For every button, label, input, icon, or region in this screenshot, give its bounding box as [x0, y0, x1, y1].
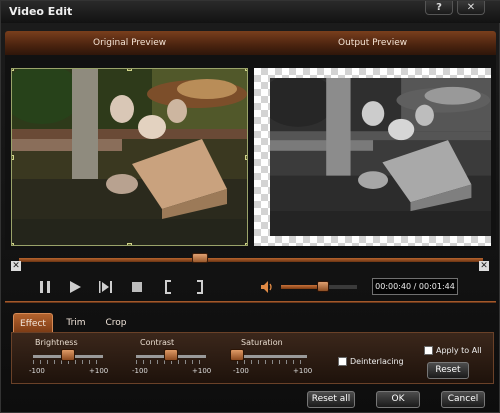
- crop-handle[interactable]: [12, 69, 14, 71]
- next-frame-icon[interactable]: [98, 279, 114, 295]
- tab-crop[interactable]: Crop: [99, 313, 133, 333]
- slider-max: +100: [89, 367, 109, 375]
- crop-handle[interactable]: [127, 69, 132, 71]
- slider-track[interactable]: [237, 355, 307, 358]
- tab-effect[interactable]: Effect: [13, 313, 53, 333]
- mark-in-icon[interactable]: [161, 279, 177, 295]
- window-title: Video Edit: [9, 5, 73, 18]
- crop-handle[interactable]: [245, 243, 247, 245]
- title-bar[interactable]: Video Edit ? ✕: [1, 1, 500, 23]
- contrast-thumb[interactable]: [164, 349, 178, 361]
- brightness-slider[interactable]: Brightness -100 +100: [29, 338, 109, 380]
- timeline-track[interactable]: [19, 258, 483, 262]
- crop-handle[interactable]: [245, 69, 247, 71]
- original-preview-label: Original Preview: [93, 38, 167, 48]
- slider-min: -100: [132, 367, 148, 375]
- brightness-thumb[interactable]: [61, 349, 75, 361]
- output-preview-label: Output Preview: [338, 38, 408, 48]
- crop-handle[interactable]: [12, 155, 14, 160]
- contrast-slider[interactable]: Contrast -100 +100: [132, 338, 212, 380]
- slider-min: -100: [29, 367, 45, 375]
- brightness-label: Brightness: [35, 338, 78, 347]
- close-button[interactable]: ✕: [457, 1, 485, 15]
- saturation-slider[interactable]: Saturation -100 +100: [230, 338, 313, 380]
- trim-end-marker[interactable]: ✕: [479, 261, 489, 271]
- transport-controls: 00:00:40 / 00:01:44: [1, 273, 500, 301]
- time-display: 00:00:40 / 00:01:44: [372, 278, 458, 295]
- tab-trim[interactable]: Trim: [59, 313, 93, 333]
- apply-to-all-checkbox[interactable]: [424, 346, 433, 355]
- volume-icon[interactable]: [259, 279, 275, 295]
- slider-max: +100: [293, 367, 313, 375]
- video-edit-window: Video Edit ? ✕ Original Preview Output P…: [0, 0, 500, 413]
- divider: [5, 301, 496, 303]
- crop-handle[interactable]: [12, 243, 14, 245]
- volume-thumb[interactable]: [316, 281, 329, 292]
- deinterlacing-label: Deinterlacing: [350, 357, 404, 366]
- reset-button[interactable]: Reset: [427, 362, 469, 379]
- trim-start-marker[interactable]: ✕: [11, 261, 21, 271]
- apply-to-all-label: Apply to All: [436, 346, 482, 355]
- output-preview-video: [254, 68, 491, 246]
- slider-min: -100: [233, 367, 249, 375]
- timeline-playhead[interactable]: [191, 253, 208, 263]
- deinterlacing-checkbox[interactable]: [338, 357, 347, 366]
- contrast-label: Contrast: [140, 338, 175, 347]
- ok-button[interactable]: OK: [376, 391, 420, 408]
- preview-header: Original Preview Output Preview: [5, 31, 496, 55]
- reset-all-button[interactable]: Reset all: [307, 391, 355, 408]
- crop-handle[interactable]: [127, 243, 132, 245]
- slider-ticks: [237, 360, 307, 364]
- pause-icon[interactable]: [37, 279, 53, 295]
- cancel-button[interactable]: Cancel: [441, 391, 485, 408]
- play-icon[interactable]: [67, 279, 83, 295]
- slider-max: +100: [192, 367, 212, 375]
- timeline[interactable]: ✕ ✕: [11, 252, 491, 272]
- original-preview-video[interactable]: [11, 68, 248, 246]
- original-video-frame: [12, 69, 247, 245]
- stop-icon[interactable]: [129, 279, 145, 295]
- volume-slider[interactable]: [281, 281, 357, 292]
- saturation-thumb[interactable]: [230, 349, 244, 361]
- output-video-frame: [270, 78, 491, 236]
- mark-out-icon[interactable]: [191, 279, 207, 295]
- help-button[interactable]: ?: [425, 1, 453, 15]
- saturation-label: Saturation: [241, 338, 283, 347]
- crop-handle[interactable]: [245, 155, 247, 160]
